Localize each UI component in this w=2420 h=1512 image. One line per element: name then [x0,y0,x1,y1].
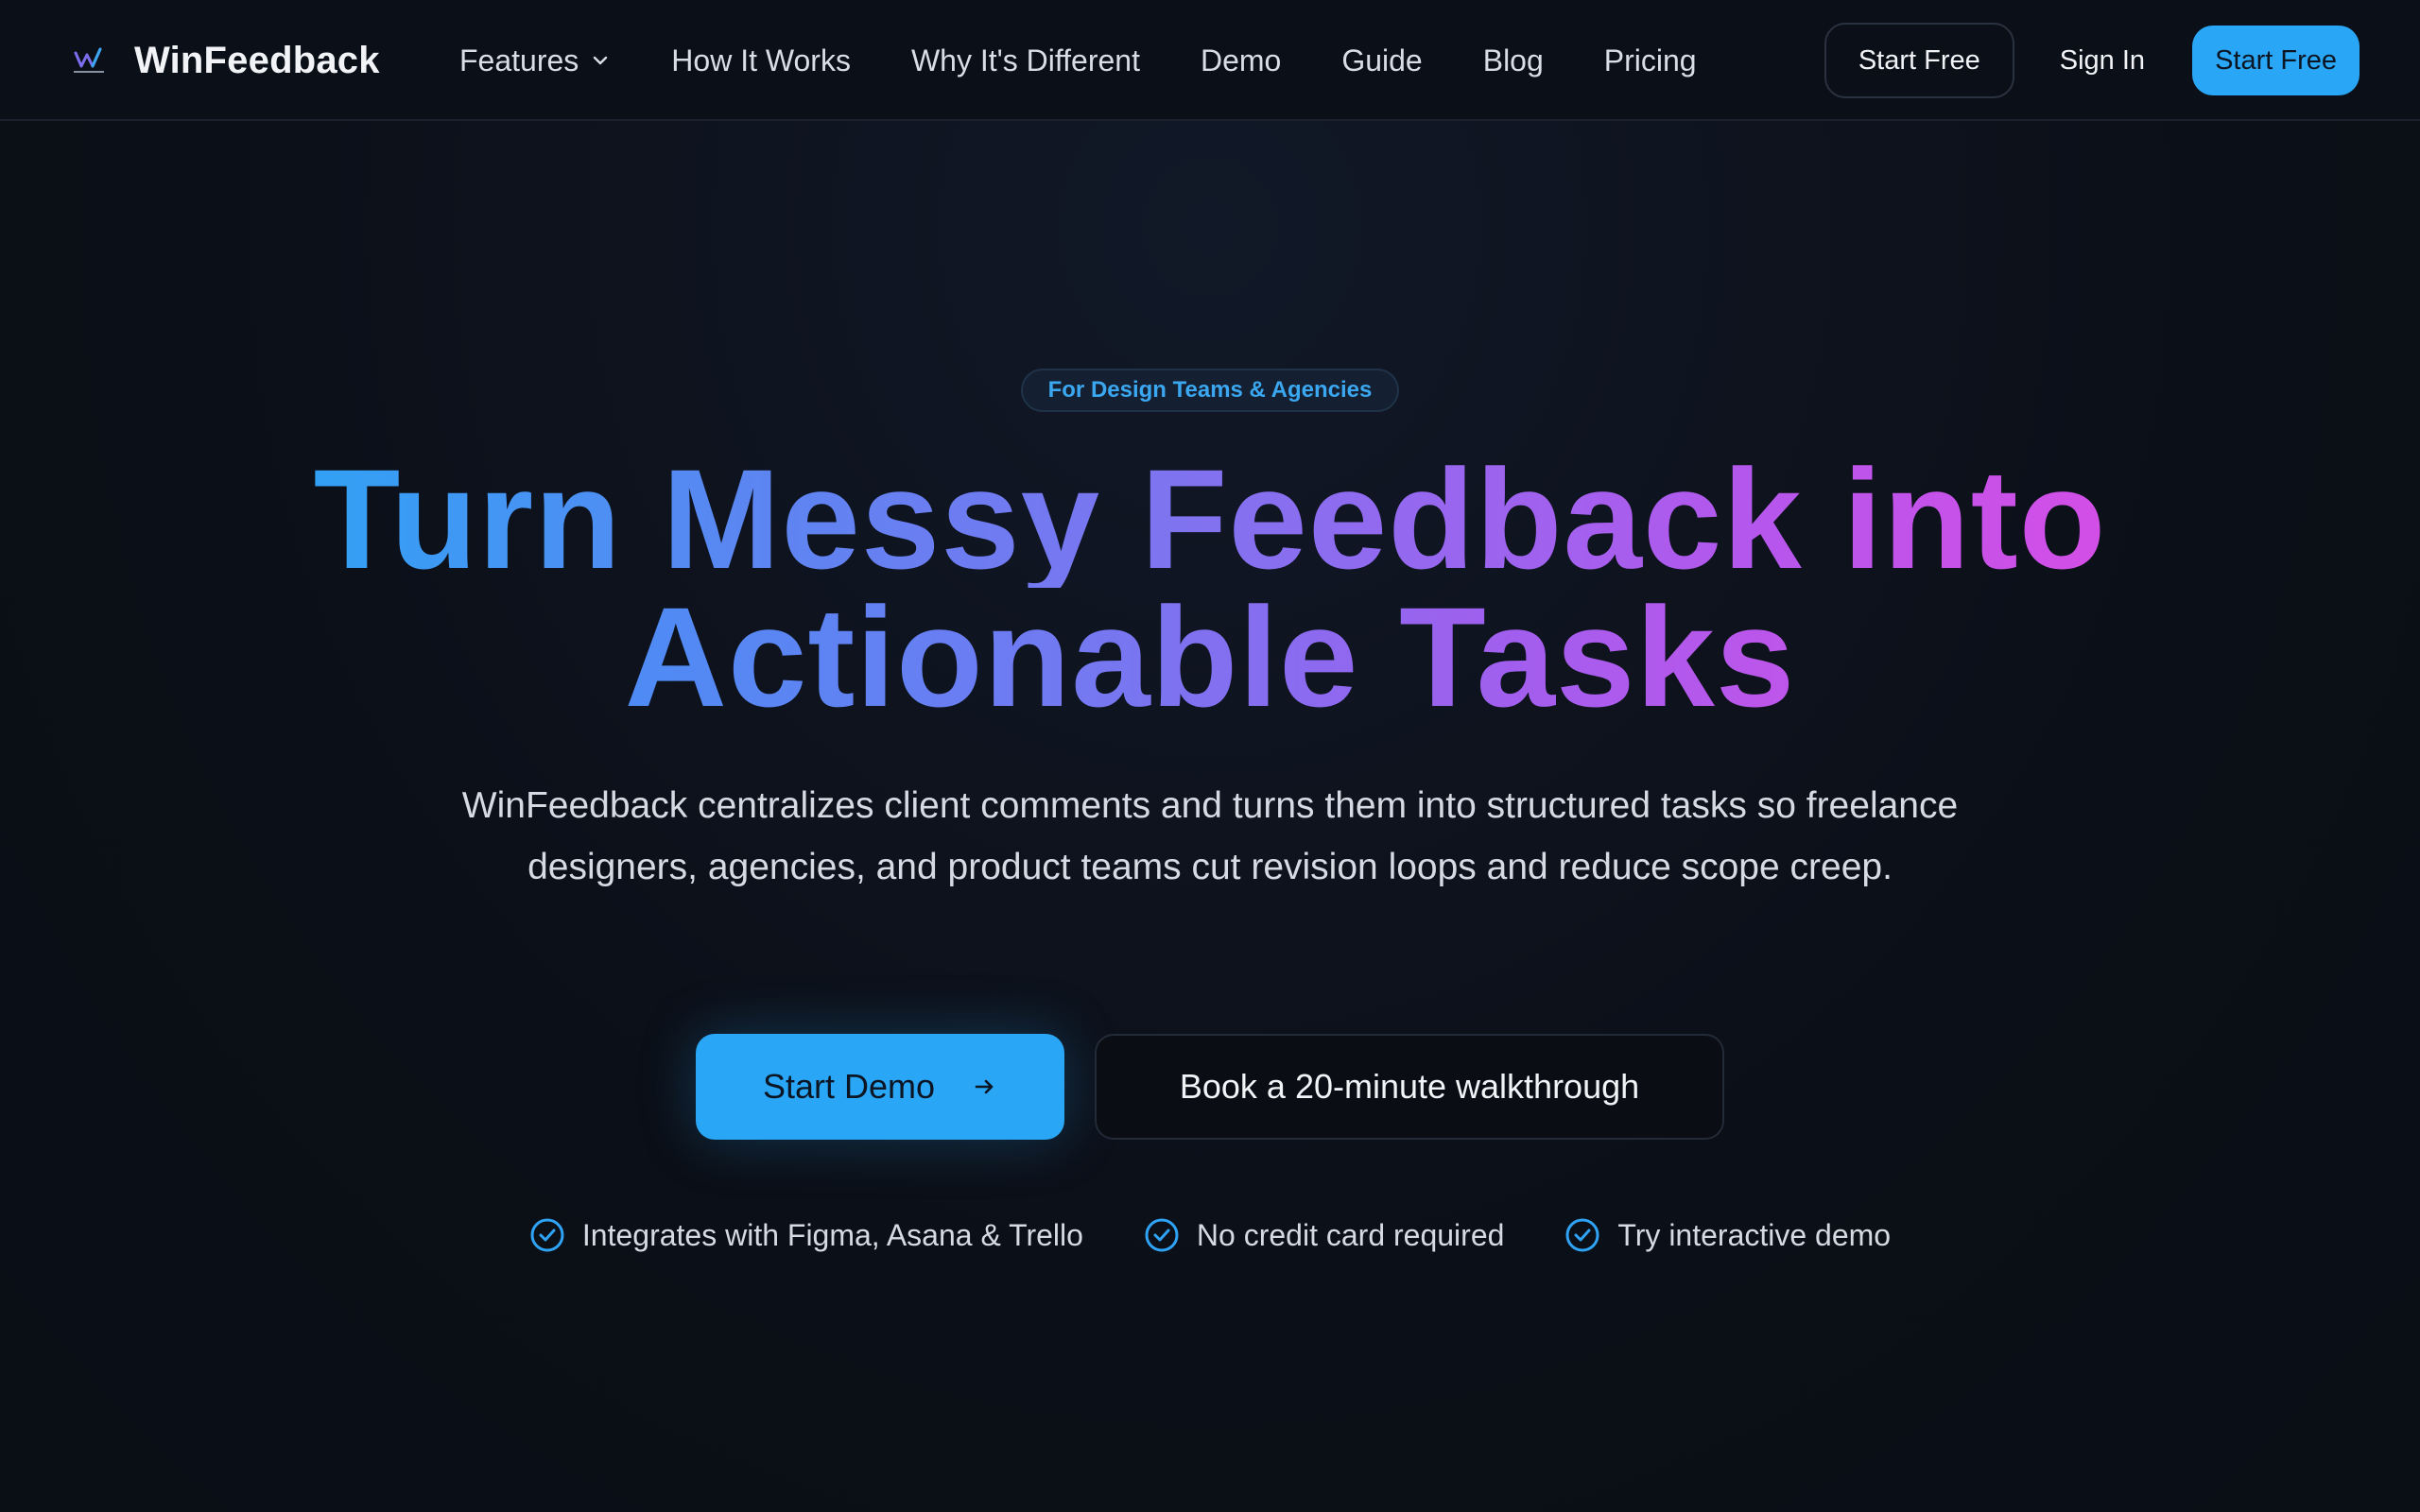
nav-item-demo[interactable]: Demo [1201,43,1281,78]
main-nav: Features How It Works Why It's Different… [459,0,1757,121]
sign-in-button[interactable]: Sign In [2060,45,2145,77]
start-demo-button[interactable]: Start Demo [696,1034,1064,1140]
brand-name: WinFeedback [134,39,380,81]
cta-row: Start Demo Book a 20-minute walkthrough [696,1034,1724,1140]
feature-text: Try interactive demo [1617,1217,1892,1252]
book-walkthrough-button[interactable]: Book a 20-minute walkthrough [1095,1034,1724,1140]
brand[interactable]: WinFeedback [68,0,380,121]
nav-item-label: Features [459,43,579,77]
start-free-outline-button[interactable]: Start Free [1824,23,2014,98]
check-circle-icon [529,1217,565,1253]
nav-item-pricing[interactable]: Pricing [1604,43,1697,78]
nav-item-features[interactable]: Features [459,43,611,78]
top-navbar: WinFeedback Features How It Works Why It… [0,0,2420,121]
chevron-down-icon [590,50,611,71]
feature-item: Integrates with Figma, Asana & Trello [529,1217,1083,1253]
feature-item: Try interactive demo [1564,1217,1891,1253]
feature-text: No credit card required [1196,1217,1505,1252]
arrow-right-icon [971,1074,997,1100]
hero-section: For Design Teams & Agencies Turn Messy F… [0,121,2420,1512]
nav-item-guide[interactable]: Guide [1341,43,1422,78]
nav-item-how-it-works[interactable]: How It Works [671,43,851,78]
start-free-primary-button[interactable]: Start Free [2192,26,2360,95]
check-circle-icon [1144,1217,1180,1253]
landing-page: WinFeedback Features How It Works Why It… [0,0,2420,1512]
audience-badge: For Design Teams & Agencies [1021,369,1399,412]
feature-list: Integrates with Figma, Asana & Trello No… [0,1217,2420,1253]
hero-headline-line2: Actionable Tasks [596,586,1824,728]
nav-item-blog[interactable]: Blog [1483,43,1544,78]
hero-headline: Turn Messy Feedback into Actionable Task… [0,448,2420,728]
check-circle-icon [1564,1217,1600,1253]
nav-item-why-its-different[interactable]: Why It's Different [911,43,1140,78]
nav-actions: Start Free Sign In Start Free [1824,0,2360,121]
winfeedback-logo-icon [68,40,110,81]
hero-subtitle: WinFeedback centralizes client comments … [461,785,1959,887]
start-demo-label: Start Demo [762,1067,936,1106]
hero-headline-line1: Turn Messy Feedback into [284,448,2136,590]
feature-text: Integrates with Figma, Asana & Trello [581,1217,1083,1252]
feature-item: No credit card required [1144,1217,1504,1253]
